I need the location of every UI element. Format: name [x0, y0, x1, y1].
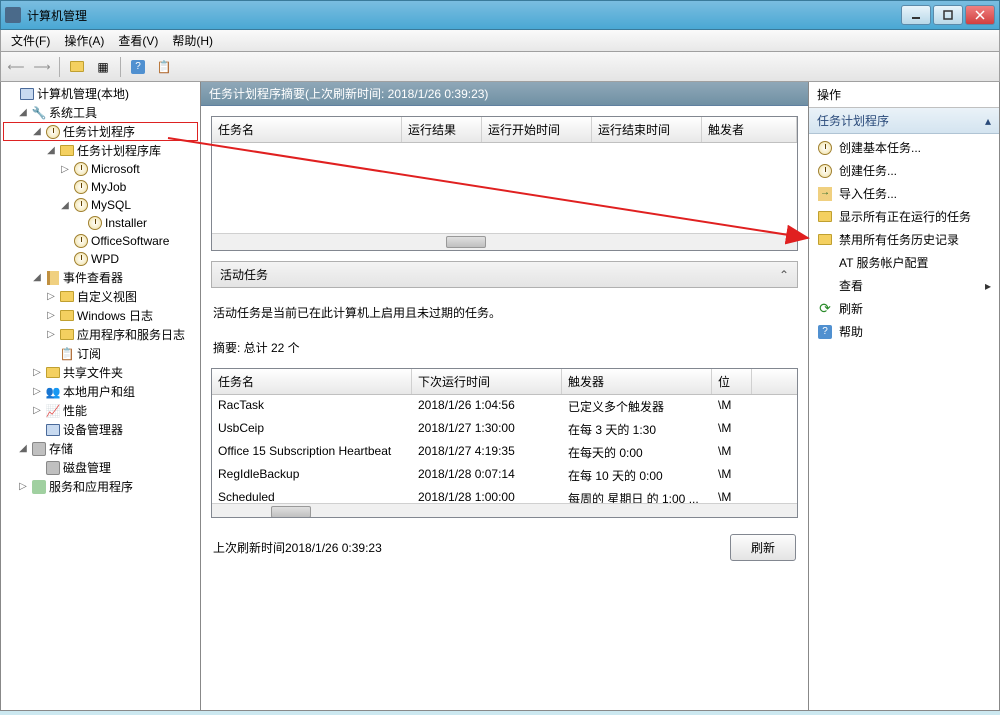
tree-installer[interactable]: Installer	[3, 214, 198, 232]
table-row[interactable]: UsbCeip2018/1/27 1:30:00在每 3 天的 1:30\M	[212, 418, 797, 441]
col-result[interactable]: 运行结果	[402, 117, 482, 142]
back-button[interactable]: ⟵	[5, 56, 27, 78]
menubar: 文件(F) 操作(A) 查看(V) 帮助(H)	[0, 30, 1000, 52]
minimize-button[interactable]	[901, 5, 931, 25]
show-hide-tree-button[interactable]: ▦	[92, 56, 114, 78]
active-tasks-header[interactable]: 活动任务 ⌃	[211, 261, 798, 288]
action-refresh[interactable]: ⟳刷新	[811, 297, 997, 320]
tree-panel[interactable]: 计算机管理(本地) ◢🔧系统工具 ◢任务计划程序 ◢任务计划程序库 ▷Micro…	[1, 82, 201, 710]
properties-button[interactable]: 📋	[153, 56, 175, 78]
active-summary: 摘要: 总计 22 个	[211, 337, 798, 358]
center-panel: 任务计划程序摘要(上次刷新时间: 2018/1/26 0:39:23) 任务名 …	[201, 82, 809, 710]
maximize-button[interactable]	[933, 5, 963, 25]
tree-root[interactable]: 计算机管理(本地)	[3, 84, 198, 103]
refresh-button[interactable]: 刷新	[730, 534, 796, 561]
col-start[interactable]: 运行开始时间	[482, 117, 592, 142]
menu-action[interactable]: 操作(A)	[58, 30, 110, 51]
table-horizontal-scrollbar[interactable]	[212, 503, 797, 518]
table-row[interactable]: Office 15 Subscription Heartbeat2018/1/2…	[212, 441, 797, 464]
tree-schedlib[interactable]: ◢任务计划程序库	[3, 141, 198, 160]
tree-appservicelogs[interactable]: ▷应用程序和服务日志	[3, 325, 198, 344]
action-disable-history[interactable]: 禁用所有任务历史记录	[811, 228, 997, 251]
col-end[interactable]: 运行结束时间	[592, 117, 702, 142]
menu-help[interactable]: 帮助(H)	[166, 30, 219, 51]
forward-button[interactable]: ⟶	[31, 56, 53, 78]
tree-myjob[interactable]: MyJob	[3, 178, 198, 196]
tree-systools[interactable]: ◢🔧系统工具	[3, 103, 198, 122]
col-trigger[interactable]: 触发者	[702, 117, 797, 142]
collapse-icon: ⌃	[779, 268, 789, 282]
horizontal-scrollbar[interactable]	[212, 233, 797, 250]
tree-diskmgmt[interactable]: 磁盘管理	[3, 458, 198, 477]
action-at-service[interactable]: AT 服务帐户配置	[811, 251, 997, 274]
tcol-name[interactable]: 任务名	[212, 369, 412, 394]
actions-title: 操作	[809, 82, 999, 108]
tree-localusers[interactable]: ▷👥本地用户和组	[3, 382, 198, 401]
titlebar: 计算机管理	[0, 0, 1000, 30]
tree-scheduler[interactable]: ◢任务计划程序	[3, 122, 198, 141]
tcol-trigger[interactable]: 触发器	[562, 369, 712, 394]
tree-mysql[interactable]: ◢MySQL	[3, 196, 198, 214]
tcol-next[interactable]: 下次运行时间	[412, 369, 562, 394]
center-header: 任务计划程序摘要(上次刷新时间: 2018/1/26 0:39:23)	[201, 82, 808, 106]
menu-view[interactable]: 查看(V)	[112, 30, 164, 51]
actions-panel: 操作 任务计划程序 ▴ 创建基本任务... 创建任务... 导入任务... 显示…	[809, 82, 999, 710]
action-import[interactable]: 导入任务...	[811, 182, 997, 205]
toolbar: ⟵ ⟶ ▦ ? 📋	[0, 52, 1000, 82]
tree-wpd[interactable]: WPD	[3, 250, 198, 268]
active-desc: 活动任务是当前已在此计算机上启用且未过期的任务。	[211, 298, 798, 327]
tree-microsoft[interactable]: ▷Microsoft	[3, 160, 198, 178]
table-row[interactable]: Scheduled2018/1/28 1:00:00每周的 星期日 的 1:00…	[212, 487, 797, 503]
task-status-list: 任务名 运行结果 运行开始时间 运行结束时间 触发者	[211, 116, 798, 251]
action-create[interactable]: 创建任务...	[811, 159, 997, 182]
tree-subscriptions[interactable]: 📋订阅	[3, 344, 198, 363]
tree-performance[interactable]: ▷📈性能	[3, 401, 198, 420]
app-icon	[5, 7, 21, 23]
action-show-running[interactable]: 显示所有正在运行的任务	[811, 205, 997, 228]
close-button[interactable]	[965, 5, 995, 25]
tree-winlogs[interactable]: ▷Windows 日志	[3, 306, 198, 325]
table-row[interactable]: RacTask2018/1/26 1:04:56已定义多个触发器\M	[212, 395, 797, 418]
col-name[interactable]: 任务名	[212, 117, 402, 142]
help-button[interactable]: ?	[127, 56, 149, 78]
tcol-loc[interactable]: 位	[712, 369, 752, 394]
tree-eventviewer[interactable]: ◢事件查看器	[3, 268, 198, 287]
last-refresh-label: 上次刷新时间2018/1/26 0:39:23	[213, 539, 382, 556]
window-title: 计算机管理	[27, 7, 901, 24]
tree-devicemgr[interactable]: 设备管理器	[3, 420, 198, 439]
actions-subtitle: 任务计划程序 ▴	[809, 108, 999, 134]
menu-file[interactable]: 文件(F)	[5, 30, 56, 51]
tree-customviews[interactable]: ▷自定义视图	[3, 287, 198, 306]
tree-officesoftware[interactable]: OfficeSoftware	[3, 232, 198, 250]
up-button[interactable]	[66, 56, 88, 78]
tree-sharedfolders[interactable]: ▷共享文件夹	[3, 363, 198, 382]
action-help[interactable]: ?帮助	[811, 320, 997, 343]
action-create-basic[interactable]: 创建基本任务...	[811, 136, 997, 159]
table-row[interactable]: RegIdleBackup2018/1/28 0:07:14在每 10 天的 0…	[212, 464, 797, 487]
active-tasks-table: 任务名 下次运行时间 触发器 位 RacTask2018/1/26 1:04:5…	[211, 368, 798, 518]
tree-services[interactable]: ▷服务和应用程序	[3, 477, 198, 496]
action-view[interactable]: 查看	[811, 274, 997, 297]
collapse-actions-icon[interactable]: ▴	[985, 114, 991, 128]
tree-storage[interactable]: ◢存储	[3, 439, 198, 458]
